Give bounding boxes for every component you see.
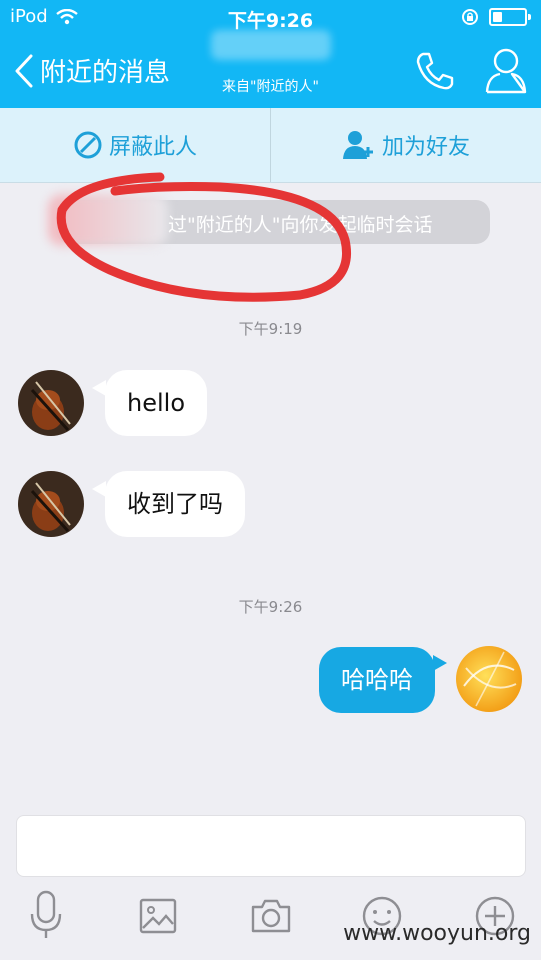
timestamp: 下午9:19 — [238, 320, 303, 338]
avatar[interactable] — [18, 370, 84, 436]
message-bubble-incoming[interactable]: hello — [105, 370, 207, 436]
my-avatar[interactable] — [456, 646, 522, 712]
phone-icon[interactable] — [414, 50, 456, 92]
status-right — [461, 8, 531, 26]
top-bar: iPod 下午9:26 附近的消息 来自"附近的人" — [0, 0, 541, 108]
avatar[interactable] — [18, 471, 84, 537]
message-input[interactable] — [16, 815, 526, 877]
message-bubble-incoming[interactable]: 收到了吗 — [105, 471, 245, 537]
block-icon — [74, 131, 102, 159]
bubble-tail — [433, 655, 447, 671]
red-annotation-circle — [56, 172, 351, 302]
bubble-tail — [92, 481, 106, 497]
watermark: www.wooyun.org — [343, 921, 531, 946]
message-bubble-outgoing[interactable]: 哈哈哈 — [319, 647, 435, 713]
image-icon[interactable] — [139, 898, 177, 934]
profile-icon[interactable] — [484, 46, 528, 96]
battery-icon — [489, 8, 531, 26]
chevron-left-icon — [15, 54, 33, 87]
block-user-label: 屏蔽此人 — [108, 135, 197, 160]
camera-icon[interactable] — [250, 898, 292, 934]
violin-avatar-image — [18, 471, 84, 537]
chat-title-block: 来自"附近的人" — [150, 30, 391, 96]
bubble-tail — [92, 380, 106, 396]
redacted-username — [210, 30, 331, 60]
add-friend-icon — [342, 131, 373, 159]
status-time: 下午9:26 — [227, 10, 314, 32]
add-friend-label: 加为好友 — [381, 135, 470, 160]
violin-avatar-image — [18, 370, 84, 436]
back-button[interactable]: 附近的消息 — [14, 52, 170, 89]
mic-icon[interactable] — [30, 890, 62, 940]
rotation-lock-icon — [462, 9, 478, 25]
chat-subtitle: 来自"附近的人" — [222, 79, 319, 95]
orange-swirl-avatar-image — [456, 646, 522, 712]
timestamp: 下午9:26 — [238, 598, 303, 616]
